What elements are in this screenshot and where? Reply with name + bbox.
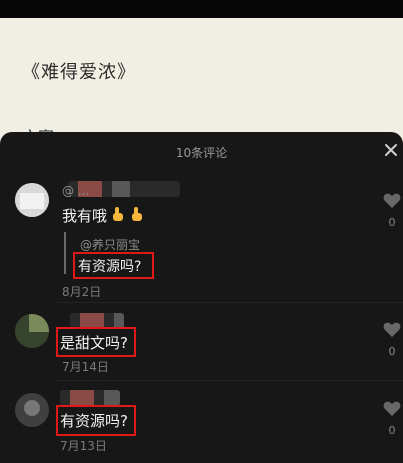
comment-date: 8月2日 (62, 285, 102, 299)
comment-date: 7月14日 (62, 360, 109, 374)
reply-text: 有资源吗? (78, 259, 142, 275)
comment-text: 有资源吗? (60, 412, 128, 430)
reply-quote-bar (64, 232, 66, 274)
like-count: 0 (388, 424, 396, 437)
comment-divider (58, 380, 403, 381)
comment-date: 7月13日 (60, 439, 107, 453)
heart-icon[interactable] (383, 193, 401, 209)
pointing-down-hand-icon (130, 206, 144, 222)
avatar[interactable] (15, 393, 49, 427)
pointing-down-hand-icon (111, 206, 125, 222)
comment-text: 我有哦 (62, 207, 108, 225)
close-icon[interactable] (383, 142, 399, 158)
comment-screen: 《难得爱浓》 文案 10条评论 @ ... 我有哦 @养只丽宝 有资源吗? 8月 (0, 0, 403, 463)
like-count: 0 (388, 345, 396, 358)
avatar[interactable] (15, 314, 49, 348)
heart-icon[interactable] (383, 401, 401, 417)
like-count: 0 (388, 216, 396, 229)
reply-username[interactable]: @养只丽宝 (80, 236, 140, 253)
blurred-nickname (60, 390, 120, 406)
comments-count-title: 10条评论 (175, 146, 228, 160)
avatar[interactable] (15, 183, 49, 217)
comment-nickname: @ ... (62, 184, 90, 198)
comment-text: 是甜文吗? (60, 334, 128, 352)
article-title: 《难得爱浓》 (22, 62, 136, 83)
heart-icon[interactable] (383, 322, 401, 338)
status-bar-strip (0, 0, 403, 18)
comment-divider (58, 302, 403, 303)
